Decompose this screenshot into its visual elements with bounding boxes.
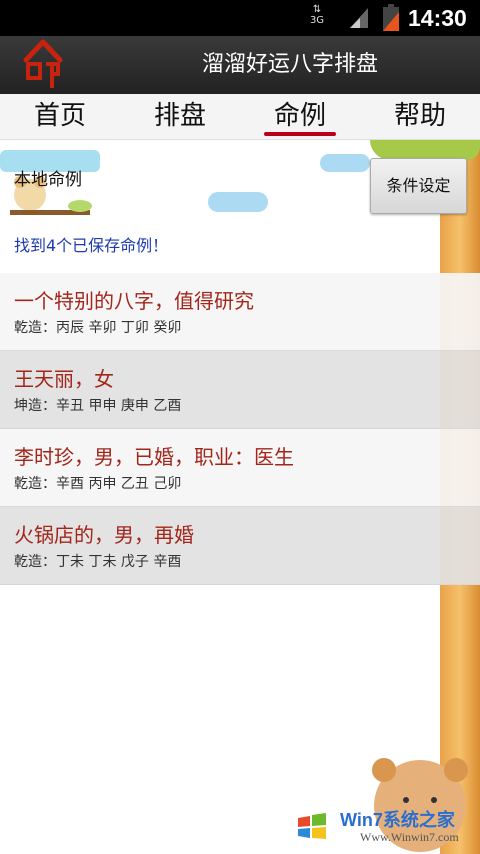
case-bazi: 乾造：丙辰 辛卯 丁卯 癸卯 — [14, 320, 182, 336]
battery-icon — [383, 4, 399, 31]
list-item[interactable]: 一个特别的八字，值得研究 乾造：丙辰 辛卯 丁卯 癸卯 — [0, 273, 480, 351]
filter-settings-button[interactable]: 条件设定 — [370, 158, 467, 214]
clock: 14:30 — [408, 5, 467, 31]
cloud-decoration — [320, 154, 370, 172]
tab-bar: 首页 排盘 命例 帮助 — [0, 94, 480, 140]
watermark-url: Www.Winwin7.com — [360, 830, 459, 844]
leaves-decoration — [370, 140, 480, 160]
case-bazi: 乾造：丁未 丁未 戊子 辛酉 — [14, 554, 182, 570]
tab-help[interactable]: 帮助 — [360, 94, 480, 139]
app-logo-icon — [23, 39, 63, 88]
case-list: 一个特别的八字，值得研究 乾造：丙辰 辛卯 丁卯 癸卯 王天丽，女 坤造：辛丑 … — [0, 273, 480, 585]
cloud-decoration — [208, 192, 268, 212]
title-bar: 溜溜好运八字排盘 — [0, 36, 480, 94]
tab-home[interactable]: 首页 — [0, 94, 120, 139]
list-item[interactable]: 李时珍，男，已婚，职业：医生 乾造：辛酉 丙申 乙丑 己卯 — [0, 429, 480, 507]
app-title: 溜溜好运八字排盘 — [201, 52, 378, 77]
case-bazi: 乾造：辛酉 丙申 乙丑 己卯 — [14, 476, 182, 492]
main-content: Win7系统之家 Www.Winwin7.com 本地命例 条件设定 找到4个已… — [0, 140, 480, 854]
list-item[interactable]: 王天丽，女 坤造：辛丑 甲申 庚申 乙酉 — [0, 351, 480, 429]
network-3g-icon: ⇅ 3G — [309, 4, 325, 26]
found-count-text: 找到4个已保存命例！ — [14, 236, 169, 255]
case-title: 王天丽，女 — [14, 367, 114, 391]
case-title: 一个特别的八字，值得研究 — [14, 289, 254, 313]
tab-cases[interactable]: 命例 — [240, 94, 360, 139]
tab-paipan[interactable]: 排盘 — [120, 94, 240, 139]
status-bar: ⇅ 3G 14:30 — [0, 0, 480, 36]
list-item[interactable]: 火锅店的，男，再婚 乾造：丁未 丁未 戊子 辛酉 — [0, 507, 480, 585]
case-title: 火锅店的，男，再婚 — [14, 523, 194, 547]
section-label: 本地命例 — [14, 170, 82, 190]
signal-icon — [350, 8, 368, 28]
case-bazi: 坤造：辛丑 甲申 庚申 乙酉 — [14, 398, 182, 414]
case-title: 李时珍，男，已婚，职业：医生 — [14, 445, 294, 469]
watermark-brand: Win7系统之家 — [340, 810, 455, 830]
